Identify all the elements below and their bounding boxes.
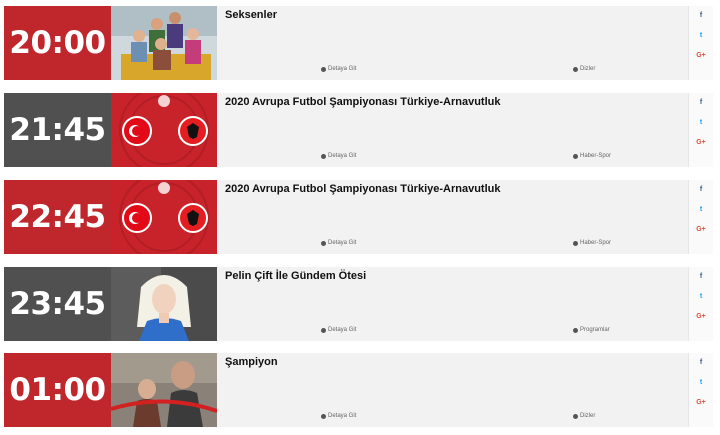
googleplus-icon[interactable]: G+ xyxy=(689,399,713,406)
program-title[interactable]: Şampiyon xyxy=(225,356,278,368)
googleplus-icon[interactable]: G+ xyxy=(689,226,713,233)
schedule-row: 22:45 2020 Avrupa Futbol Şampiyonası Tür… xyxy=(4,180,713,254)
program-thumbnail[interactable] xyxy=(111,353,217,427)
googleplus-icon[interactable]: G+ xyxy=(689,139,713,146)
program-thumbnail[interactable] xyxy=(111,267,217,341)
program-title[interactable]: Seksenler xyxy=(225,9,277,21)
twitter-icon[interactable]: t xyxy=(689,119,713,126)
program-title[interactable]: Pelin Çift İle Gündem Ötesi xyxy=(225,270,366,282)
globe-icon xyxy=(321,413,326,419)
schedule-row: 20:00 Seksenler Detaya Git Dizler f t G+ xyxy=(4,6,713,80)
schedule-row: 23:45 Pelin Çift İle Gündem Ötesi Detaya… xyxy=(4,267,713,341)
facebook-icon[interactable]: f xyxy=(689,12,713,19)
time-tile: 22:45 xyxy=(4,180,111,254)
twitter-icon[interactable]: t xyxy=(689,379,713,386)
eye-icon xyxy=(573,66,578,72)
eye-icon xyxy=(573,153,578,159)
category-link[interactable]: Programlar xyxy=(573,327,610,333)
share-bar: f t G+ xyxy=(688,353,713,427)
program-title[interactable]: 2020 Avrupa Futbol Şampiyonası Türkiye-A… xyxy=(225,183,500,195)
program-title[interactable]: 2020 Avrupa Futbol Şampiyonası Türkiye-A… xyxy=(225,96,500,108)
twitter-icon[interactable]: t xyxy=(689,293,713,300)
share-bar: f t G+ xyxy=(688,6,713,80)
facebook-icon[interactable]: f xyxy=(689,359,713,366)
category-link[interactable]: Haber-Spor xyxy=(573,153,611,159)
detail-link[interactable]: Detaya Git xyxy=(321,153,356,159)
globe-icon xyxy=(321,240,326,246)
category-link[interactable]: Haber-Spor xyxy=(573,240,611,246)
globe-icon xyxy=(321,153,326,159)
twitter-icon[interactable]: t xyxy=(689,32,713,39)
facebook-icon[interactable]: f xyxy=(689,186,713,193)
share-bar: f t G+ xyxy=(688,267,713,341)
eye-icon xyxy=(573,327,578,333)
program-thumbnail[interactable] xyxy=(111,93,217,167)
eye-icon xyxy=(573,240,578,246)
time-tile: 01:00 xyxy=(4,353,111,427)
time-tile: 23:45 xyxy=(4,267,111,341)
facebook-icon[interactable]: f xyxy=(689,273,713,280)
share-bar: f t G+ xyxy=(688,93,713,167)
detail-link[interactable]: Detaya Git xyxy=(321,66,356,72)
twitter-icon[interactable]: t xyxy=(689,206,713,213)
googleplus-icon[interactable]: G+ xyxy=(689,313,713,320)
googleplus-icon[interactable]: G+ xyxy=(689,52,713,59)
time-tile: 20:00 xyxy=(4,6,111,80)
category-link[interactable]: Dizler xyxy=(573,413,595,419)
detail-link[interactable]: Detaya Git xyxy=(321,327,356,333)
program-thumbnail[interactable] xyxy=(111,180,217,254)
time-tile: 21:45 xyxy=(4,93,111,167)
program-thumbnail[interactable] xyxy=(111,6,217,80)
share-bar: f t G+ xyxy=(688,180,713,254)
eye-icon xyxy=(573,413,578,419)
category-link[interactable]: Dizler xyxy=(573,66,595,72)
globe-icon xyxy=(321,66,326,72)
facebook-icon[interactable]: f xyxy=(689,99,713,106)
schedule-row: 01:00 Şampiyon Detaya Git Dizler f t G+ xyxy=(4,353,713,427)
globe-icon xyxy=(321,327,326,333)
detail-link[interactable]: Detaya Git xyxy=(321,413,356,419)
detail-link[interactable]: Detaya Git xyxy=(321,240,356,246)
schedule-row: 21:45 2020 Avrupa Futbol Şampiyonası Tür… xyxy=(4,93,713,167)
